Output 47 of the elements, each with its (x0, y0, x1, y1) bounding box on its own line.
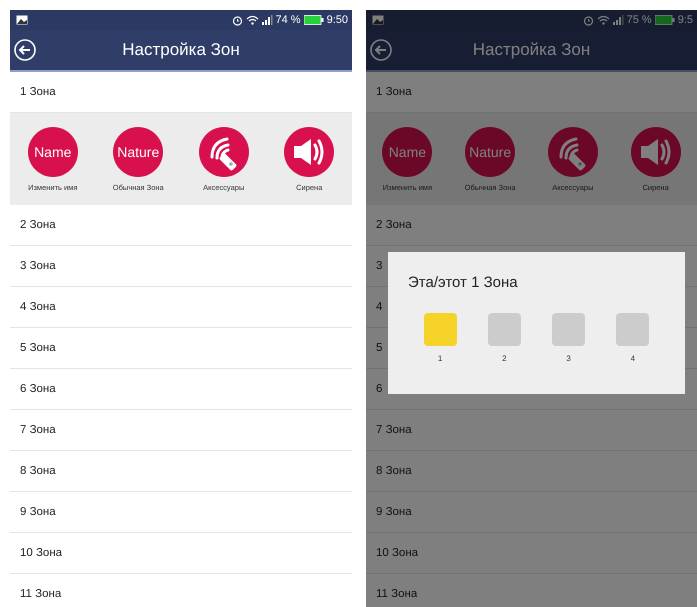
image-icon (16, 15, 28, 25)
zone-row[interactable]: 9 Зона (366, 492, 697, 533)
zone-row[interactable]: 11 Зона (366, 574, 697, 607)
battery-percentage: 75 % (626, 14, 652, 26)
zone-row[interactable]: 3 Зона (10, 246, 352, 287)
option-number: 4 (630, 354, 636, 363)
zone-row[interactable]: 2 Зона (366, 205, 697, 246)
zone-row[interactable]: 10 Зона (366, 533, 697, 574)
zone-row[interactable]: 11 Зона (10, 574, 352, 607)
speaker-icon[interactable] (284, 126, 334, 176)
wifi-icon (596, 15, 610, 25)
zone-row[interactable]: 2 Зона (10, 205, 352, 246)
dialog-title: Эта/этот 1 Зона (408, 274, 519, 291)
option-number: 3 (566, 354, 571, 363)
clock-time: 9:5 (678, 14, 693, 26)
zone-row[interactable]: 7 Зона (366, 410, 697, 451)
screen-title: Настройка Зон (122, 40, 240, 60)
option-number: 1 (438, 354, 442, 363)
battery-icon (304, 15, 324, 25)
zone-option-tile[interactable] (552, 313, 586, 346)
wifi-icon (246, 15, 258, 25)
clock-time: 9:50 (326, 14, 348, 26)
zone-row[interactable]: 9 Зона (10, 492, 352, 533)
alarm-icon (232, 14, 242, 26)
action-circle-button[interactable]: Nature (113, 126, 164, 176)
zone-row[interactable]: 6 Зона (10, 369, 352, 410)
screen-title: Настройка Зон (472, 40, 590, 60)
zone-row[interactable]: 8 Зона (10, 451, 352, 492)
zone-option-tile[interactable] (488, 313, 521, 346)
zone-row[interactable]: 5 Зона (10, 328, 352, 369)
option-number: 2 (502, 354, 507, 363)
remote-signal-icon[interactable] (198, 126, 249, 176)
remote-signal-icon[interactable] (548, 126, 598, 176)
zone-option-tile[interactable] (616, 313, 650, 346)
image-icon (372, 15, 384, 25)
zone-row[interactable]: 10 Зона (10, 533, 352, 574)
battery-percentage: 74 % (276, 14, 301, 26)
zone-row[interactable]: 4 Зона (10, 287, 352, 328)
alarm-icon (582, 14, 594, 26)
zone-option-tile[interactable] (424, 313, 457, 346)
zone-row[interactable]: 8 Зона (366, 451, 697, 492)
speaker-icon[interactable] (630, 126, 681, 176)
action-circle-button[interactable]: Name (28, 126, 78, 176)
signal-icon (262, 15, 272, 25)
battery-icon (654, 15, 675, 25)
zone-row[interactable]: 7 Зона (10, 410, 352, 451)
signal-icon (612, 15, 624, 25)
